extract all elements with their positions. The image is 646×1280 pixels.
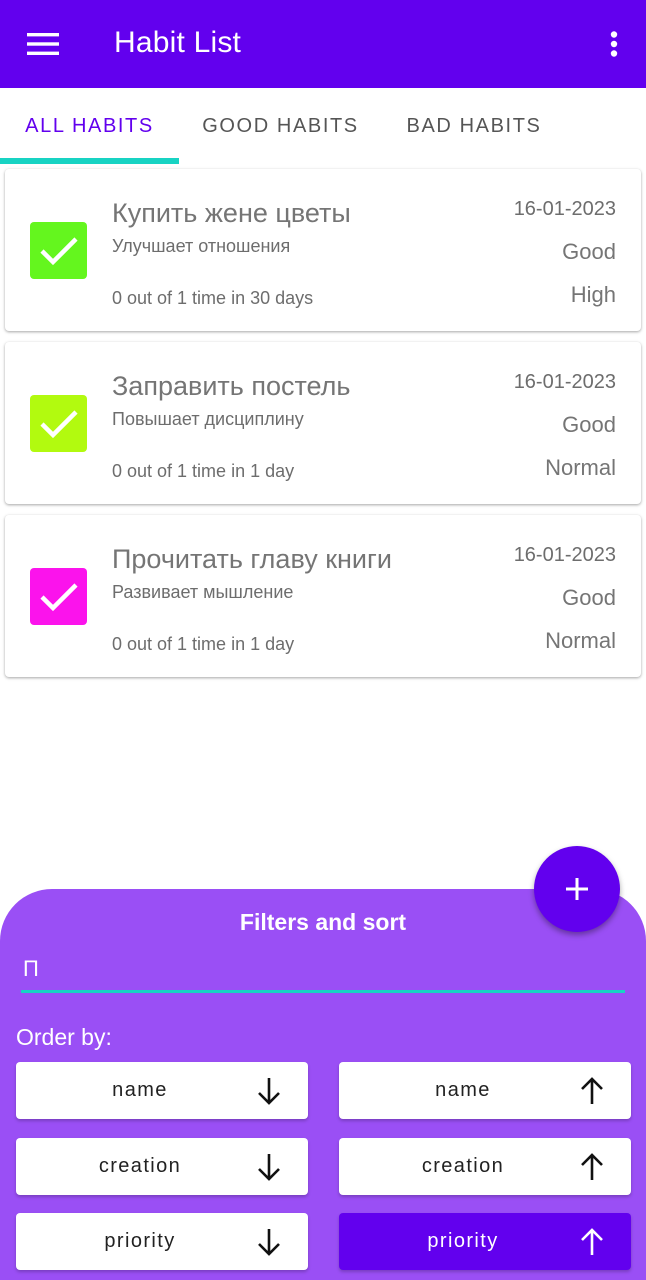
habit-type: Good	[562, 412, 616, 437]
arrow-down-icon	[258, 1154, 280, 1181]
tab-bad-habits[interactable]: BAD HABITS	[382, 88, 566, 164]
arrow-up-icon	[581, 1077, 603, 1104]
sort-name-desc-button[interactable]: name	[16, 1062, 308, 1119]
sort-button-label: creation	[421, 1155, 505, 1177]
habit-priority: Normal	[545, 628, 616, 653]
arrow-up-icon	[581, 1153, 603, 1180]
arrow-up-icon	[581, 1228, 603, 1255]
habit-description: Улучшает отношения	[112, 236, 291, 256]
page-title: Habit List	[114, 26, 242, 59]
habit-check-box[interactable]	[30, 568, 87, 625]
sort-creation-desc-button[interactable]: creation	[16, 1138, 308, 1195]
habit-progress: 0 out of 1 time in 1 day	[112, 634, 295, 654]
sort-creation-asc-button[interactable]: creation	[339, 1138, 631, 1195]
tab-indicator	[0, 158, 179, 164]
plus-icon	[566, 878, 588, 900]
tab-bar: ALL HABITS GOOD HABITS BAD HABITS	[0, 88, 646, 164]
habit-name: Купить жене цветы	[112, 198, 351, 228]
filters-bottom-sheet[interactable]: Filters and sort Order by: name name cre…	[0, 889, 646, 1280]
habit-description: Развивает мышление	[112, 582, 294, 602]
habit-type: Good	[562, 239, 616, 264]
habit-check-box[interactable]	[30, 222, 87, 279]
habit-priority: Normal	[545, 455, 616, 480]
habit-description: Повышает дисциплину	[112, 409, 304, 429]
arrow-down-icon	[258, 1229, 280, 1256]
tab-all-habits[interactable]: ALL HABITS	[0, 88, 179, 164]
check-icon	[39, 236, 78, 265]
add-habit-button[interactable]	[534, 846, 620, 932]
sort-button-label: name	[112, 1079, 168, 1101]
sort-button-label: priority	[104, 1230, 176, 1252]
menu-button[interactable]	[18, 22, 68, 66]
sort-button-label: name	[435, 1079, 491, 1101]
habit-date: 16-01-2023	[513, 371, 616, 393]
sort-button-label: priority	[427, 1230, 499, 1252]
check-icon	[39, 582, 78, 611]
habit-progress: 0 out of 1 time in 1 day	[112, 461, 295, 481]
check-icon	[39, 409, 78, 438]
app-bar: Habit List	[0, 0, 646, 88]
search-input[interactable]	[21, 953, 625, 993]
habit-name: Прочитать главу книги	[112, 544, 392, 574]
sort-button-label: creation	[98, 1155, 182, 1177]
habit-name: Заправить постель	[112, 371, 351, 401]
overflow-menu-button[interactable]	[600, 22, 628, 66]
habit-progress: 0 out of 1 time in 30 days	[112, 288, 314, 308]
sort-priority-asc-button[interactable]: priority	[339, 1213, 631, 1270]
habit-card[interactable]: Прочитать главу книги Развивает мышление…	[5, 515, 641, 677]
more-vert-icon	[610, 31, 618, 57]
tab-good-habits[interactable]: GOOD HABITS	[179, 88, 382, 164]
arrow-down-icon	[258, 1078, 280, 1105]
habit-type: Good	[562, 585, 616, 610]
habit-date: 16-01-2023	[513, 544, 616, 566]
habit-check-box[interactable]	[30, 395, 87, 452]
habit-card[interactable]: Купить жене цветы Улучшает отношения 0 o…	[5, 169, 641, 331]
habit-date: 16-01-2023	[513, 198, 616, 220]
sort-priority-desc-button[interactable]: priority	[16, 1213, 308, 1270]
order-by-label: Order by:	[16, 1024, 112, 1050]
sort-name-asc-button[interactable]: name	[339, 1062, 631, 1119]
menu-icon	[27, 33, 59, 55]
habit-card[interactable]: Заправить постель Повышает дисциплину 0 …	[5, 342, 641, 504]
habit-priority: High	[570, 282, 616, 307]
